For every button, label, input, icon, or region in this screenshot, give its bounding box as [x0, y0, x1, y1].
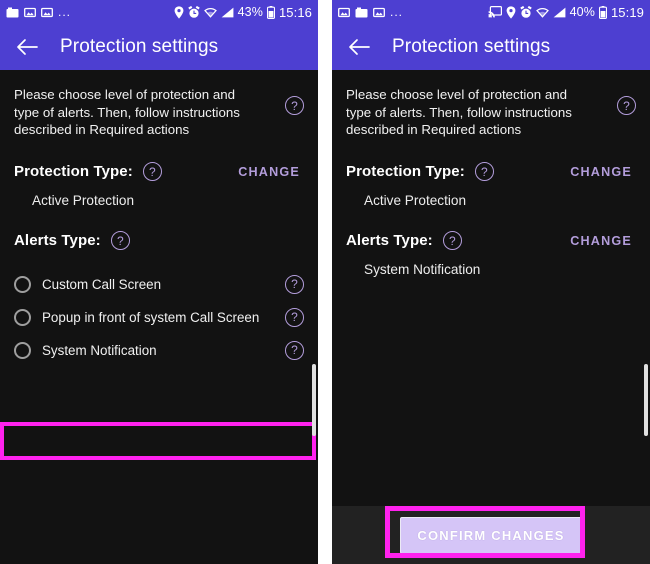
help-icon[interactable]: ?	[285, 96, 304, 115]
phone-screen-right: ... 40% 15:19 Protection settings Please…	[332, 0, 650, 564]
battery-icon	[598, 5, 607, 19]
alarm-icon	[519, 5, 532, 19]
image-icon	[41, 7, 53, 18]
protection-type-label: Protection Type:	[346, 163, 465, 180]
description-text: Please choose level of protection and ty…	[346, 87, 572, 137]
battery-icon	[266, 5, 275, 19]
signal-icon	[221, 7, 234, 18]
screenshot-icon	[6, 7, 19, 18]
help-icon[interactable]: ?	[285, 340, 304, 360]
protection-type-change-button[interactable]: CHANGE	[234, 163, 304, 181]
status-bar-notification-icons-left: ...	[6, 5, 72, 19]
protection-type-row: Protection Type: ? CHANGE	[0, 161, 318, 183]
alerts-type-row: Alerts Type: ?	[0, 230, 318, 252]
option-label: Custom Call Screen	[42, 276, 162, 292]
protection-type-change-button[interactable]: CHANGE	[566, 163, 636, 181]
cast-icon	[488, 6, 502, 18]
back-button[interactable]	[346, 34, 372, 60]
status-bar-notification-icons-right: ...	[338, 5, 404, 19]
help-icon[interactable]: ?	[474, 162, 494, 181]
status-bar-right: ... 40% 15:19	[332, 0, 650, 24]
app-bar-right: Protection settings	[332, 24, 650, 70]
confirm-changes-button[interactable]: CONFIRM CHANGES	[400, 516, 582, 554]
help-icon[interactable]: ?	[617, 96, 636, 115]
protection-type-value: Active Protection	[32, 192, 134, 208]
option-system-notification[interactable]: System Notification ?	[0, 334, 318, 367]
clock-label: 15:16	[278, 4, 312, 20]
option-popup-call-screen[interactable]: Popup in front of system Call Screen ?	[0, 301, 318, 334]
image-icon	[338, 7, 350, 18]
alarm-icon	[187, 5, 200, 19]
page-title: Protection settings	[392, 36, 551, 57]
radio-button[interactable]	[14, 341, 31, 359]
alerts-type-change-button[interactable]: CHANGE	[566, 232, 636, 250]
phone-screen-left: ... 43% 15:16 Protection settings Please…	[0, 0, 318, 564]
status-overflow-dots: ...	[390, 5, 404, 19]
alerts-type-label: Alerts Type:	[346, 232, 433, 249]
radio-button[interactable]	[14, 308, 31, 326]
description-row: Please choose level of protection and ty…	[0, 70, 318, 139]
description-help-wrapper: ?	[617, 96, 636, 115]
wifi-icon	[535, 7, 549, 18]
option-custom-call-screen[interactable]: Custom Call Screen ?	[0, 268, 318, 301]
scrollbar-thumb[interactable]	[644, 364, 648, 436]
status-bar-system-icons-right: 40% 15:19	[488, 5, 644, 20]
page-title: Protection settings	[60, 36, 219, 57]
help-icon[interactable]: ?	[285, 274, 304, 294]
option-label: System Notification	[42, 342, 157, 358]
help-icon[interactable]: ?	[110, 231, 130, 250]
help-icon[interactable]: ?	[285, 307, 304, 327]
battery-percent-label: 40%	[569, 5, 595, 19]
location-icon	[506, 5, 516, 19]
annotation-highlight-system-notification	[0, 422, 316, 460]
option-label: Popup in front of system Call Screen	[42, 309, 260, 325]
clock-label: 15:19	[610, 4, 644, 20]
scrollbar-thumb[interactable]	[312, 364, 316, 436]
screenshot-icon	[355, 7, 368, 18]
arrow-back-icon	[349, 39, 370, 55]
settings-content-left: Please choose level of protection and ty…	[0, 70, 318, 564]
bottom-action-bar: CONFIRM CHANGES	[332, 506, 650, 564]
alerts-type-label: Alerts Type:	[14, 232, 101, 249]
radio-button[interactable]	[14, 275, 31, 293]
alerts-type-row: Alerts Type: ? CHANGE	[332, 230, 650, 252]
status-bar-system-icons-left: 43% 15:16	[174, 5, 312, 20]
wifi-icon	[203, 7, 217, 18]
protection-type-row: Protection Type: ? CHANGE	[332, 161, 650, 183]
screenshot-stage: ... 43% 15:16 Protection settings Please…	[0, 0, 650, 564]
help-icon[interactable]: ?	[142, 162, 162, 181]
alerts-type-value: System Notification	[364, 261, 481, 277]
image-icon	[373, 7, 385, 18]
app-bar-left: Protection settings	[0, 24, 318, 70]
image-icon	[24, 7, 36, 18]
battery-percent-label: 43%	[237, 5, 263, 19]
settings-content-right: Please choose level of protection and ty…	[332, 70, 650, 564]
help-icon[interactable]: ?	[442, 231, 462, 250]
back-button[interactable]	[14, 34, 40, 60]
description-text: Please choose level of protection and ty…	[14, 87, 240, 137]
status-overflow-dots: ...	[58, 5, 72, 19]
description-row: Please choose level of protection and ty…	[332, 70, 650, 139]
signal-icon	[553, 7, 566, 18]
protection-type-value: Active Protection	[364, 192, 466, 208]
description-help-wrapper: ?	[285, 96, 304, 115]
protection-type-label: Protection Type:	[14, 163, 133, 180]
alerts-type-options: Custom Call Screen ? Popup in front of s…	[0, 268, 318, 367]
arrow-back-icon	[17, 39, 38, 55]
location-icon	[174, 5, 184, 19]
status-bar-left: ... 43% 15:16	[0, 0, 318, 24]
